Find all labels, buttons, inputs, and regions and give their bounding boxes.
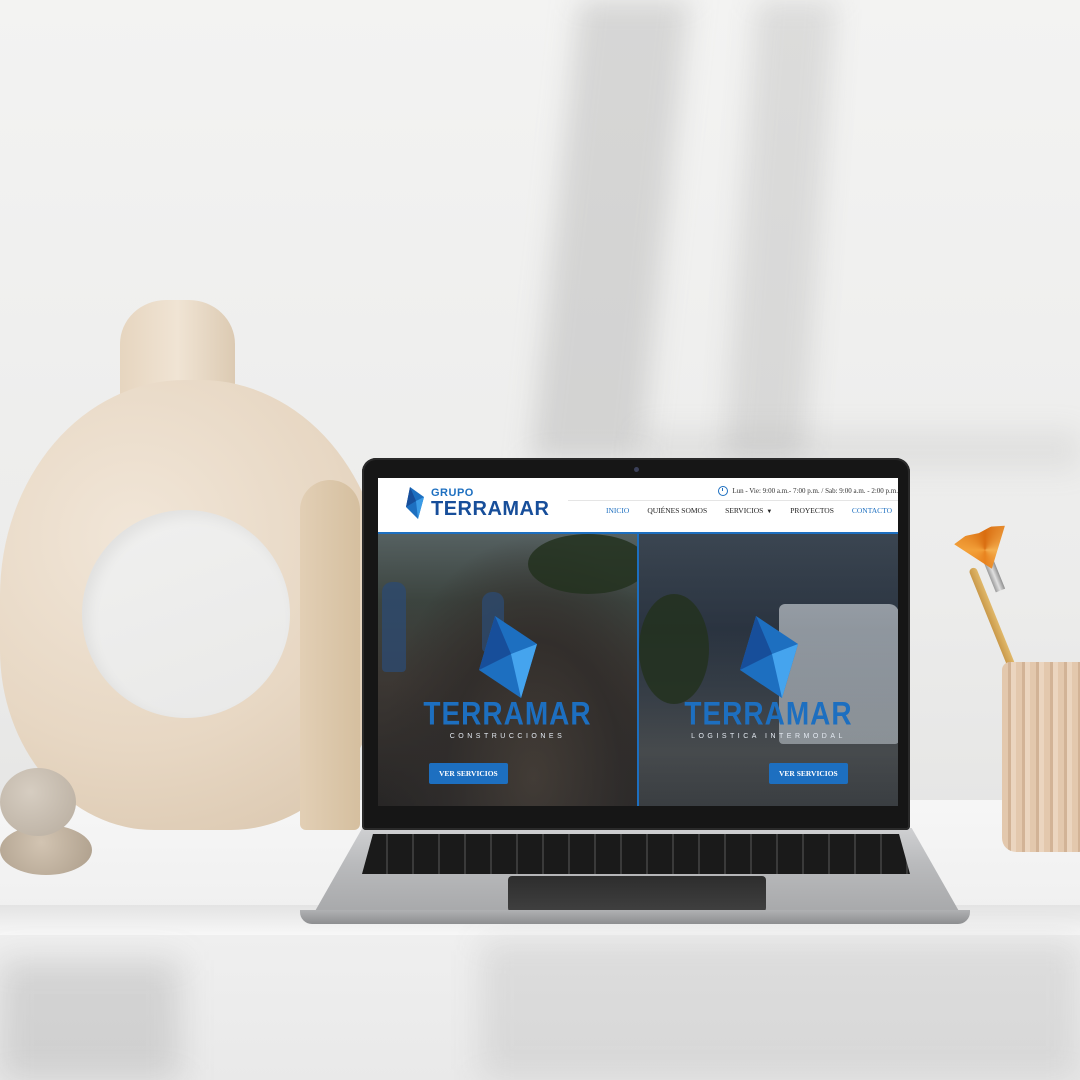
brand-subtitle: LOGISTICA INTERMODAL: [691, 733, 846, 740]
ver-servicios-button[interactable]: VER SERVICIOS: [429, 763, 508, 784]
hours-text: Lun - Vie: 9:00 a.m.- 7:00 p.m. / Sab: 9…: [732, 487, 898, 495]
vase-back-piece: [300, 480, 360, 830]
header-divider: [568, 500, 898, 501]
nav-item-inicio[interactable]: INICIO: [606, 506, 629, 515]
business-hours: Lun - Vie: 9:00 a.m.- 7:00 p.m. / Sab: 9…: [718, 486, 898, 496]
floor-shadow: [0, 960, 180, 1080]
nav-item-contacto[interactable]: CONTACTO: [852, 506, 892, 515]
laptop-screen: GRUPO TERRAMAR Lun - Vie: 9:00 a.m.- 7:0…: [378, 478, 898, 806]
ver-servicios-button[interactable]: VER SERVICIOS: [769, 763, 848, 784]
webcam-icon: [634, 467, 639, 472]
nav-item-proyectos[interactable]: PROYECTOS: [790, 506, 834, 515]
chevron-down-icon: ▼: [766, 509, 773, 515]
terramar-diamond-logo-icon: [739, 616, 798, 698]
hero-panel-logistica: TERRAMAR LOGISTICA INTERMODAL VER SERVIC…: [639, 534, 898, 806]
clock-icon: [718, 486, 729, 496]
nav-item-servicios[interactable]: SERVICIOS ▼: [725, 506, 772, 515]
brand-name: TERRAMAR: [423, 695, 592, 732]
brand-block-construcciones: TERRAMAR CONSTRUCCIONES: [378, 614, 637, 740]
hero-panel-construcciones: TERRAMAR CONSTRUCCIONES VER SERVICIOS: [378, 534, 637, 806]
laptop-keyboard: [362, 834, 910, 874]
laptop-trackpad: [508, 876, 766, 912]
site-logo[interactable]: GRUPO TERRAMAR: [404, 485, 549, 521]
brand-block-logistica: TERRAMAR LOGISTICA INTERMODAL: [639, 614, 898, 740]
wall-shadow: [723, 0, 837, 460]
main-nav: INICIO QUIÉNES SOMOS SERVICIOS ▼ PROYECTO…: [606, 506, 892, 515]
terramar-diamond-logo-icon: [478, 616, 537, 698]
floor-shadow: [480, 940, 1080, 1080]
terramar-diamond-logo-icon: [406, 487, 424, 519]
tree-background: [528, 534, 637, 594]
logo-small-text: GRUPO: [431, 486, 474, 499]
nav-item-servicios-label: SERVICIOS: [725, 506, 764, 515]
stone: [0, 768, 76, 836]
logo-big-text: TERRAMAR: [431, 497, 550, 520]
brush-bristles: [953, 522, 1017, 578]
ribbed-cup: [1002, 662, 1080, 852]
photo-scene: GRUPO TERRAMAR Lun - Vie: 9:00 a.m.- 7:0…: [0, 0, 1080, 1080]
brand-subtitle: CONSTRUCCIONES: [449, 733, 566, 740]
brand-name: TERRAMAR: [684, 695, 853, 732]
wall-shadow: [530, 0, 690, 460]
nav-item-quienes-somos[interactable]: QUIÉNES SOMOS: [647, 506, 707, 515]
site-header: GRUPO TERRAMAR Lun - Vie: 9:00 a.m.- 7:0…: [378, 478, 898, 534]
laptop-base-lip: [300, 910, 970, 924]
